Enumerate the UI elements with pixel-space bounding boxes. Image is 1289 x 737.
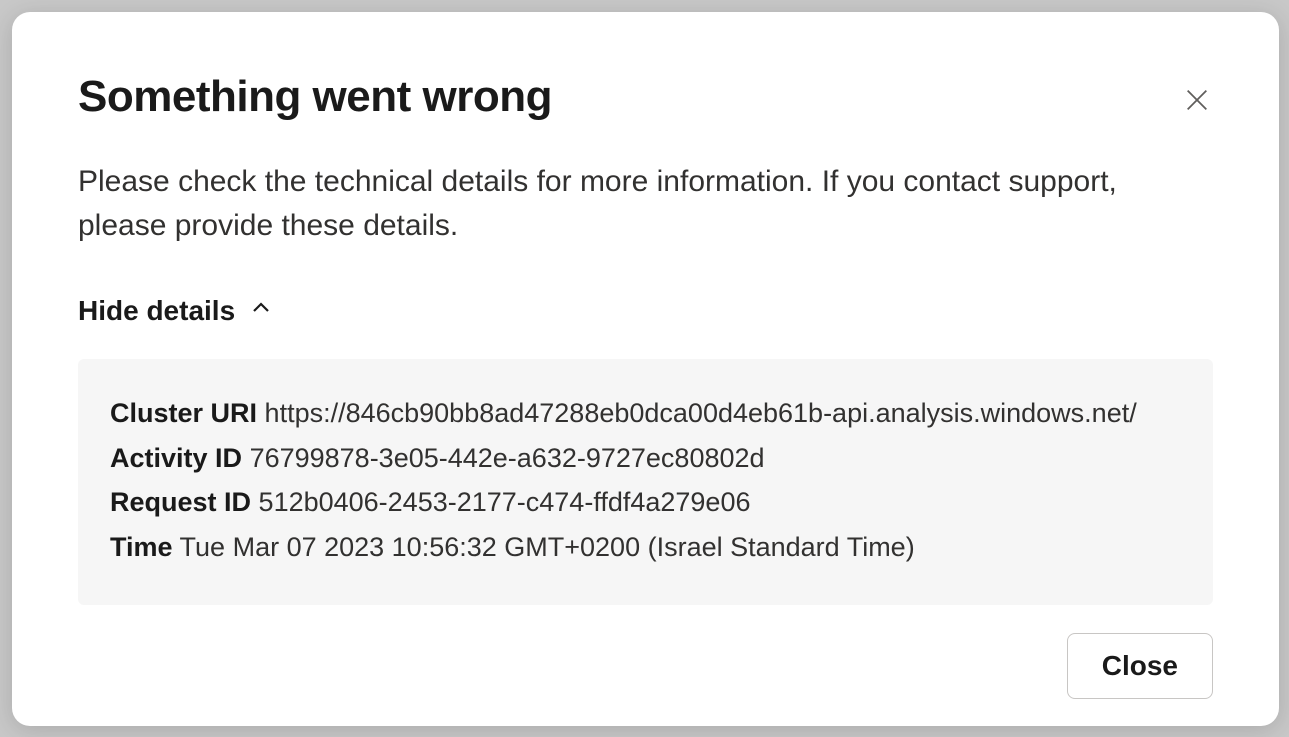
chevron-up-icon bbox=[249, 295, 273, 327]
modal-message: Please check the technical details for m… bbox=[78, 160, 1158, 247]
activity-id-label: Activity ID bbox=[110, 443, 242, 473]
toggle-details-button[interactable]: Hide details bbox=[78, 295, 1213, 327]
close-icon-button[interactable] bbox=[1175, 78, 1219, 122]
toggle-details-label: Hide details bbox=[78, 295, 235, 327]
request-id-label: Request ID bbox=[110, 487, 251, 517]
details-panel: Cluster URI https://846cb90bb8ad47288eb0… bbox=[78, 359, 1213, 605]
time-value: Tue Mar 07 2023 10:56:32 GMT+0200 (Israe… bbox=[180, 532, 915, 562]
close-icon bbox=[1183, 86, 1211, 114]
modal-footer: Close bbox=[78, 633, 1213, 699]
activity-id-value: 76799878-3e05-442e-a632-9727ec80802d bbox=[250, 443, 765, 473]
time-label: Time bbox=[110, 532, 173, 562]
modal-header: Something went wrong bbox=[78, 72, 1213, 122]
cluster-uri-label: Cluster URI bbox=[110, 398, 257, 428]
detail-cluster-uri: Cluster URI https://846cb90bb8ad47288eb0… bbox=[110, 391, 1181, 436]
detail-activity-id: Activity ID 76799878-3e05-442e-a632-9727… bbox=[110, 436, 1181, 481]
error-modal: Something went wrong Please check the te… bbox=[12, 12, 1279, 726]
modal-title: Something went wrong bbox=[78, 72, 552, 122]
request-id-value: 512b0406-2453-2177-c474-ffdf4a279e06 bbox=[259, 487, 751, 517]
detail-time: Time Tue Mar 07 2023 10:56:32 GMT+0200 (… bbox=[110, 525, 1181, 570]
cluster-uri-value: https://846cb90bb8ad47288eb0dca00d4eb61b… bbox=[265, 398, 1137, 428]
close-button[interactable]: Close bbox=[1067, 633, 1213, 699]
detail-request-id: Request ID 512b0406-2453-2177-c474-ffdf4… bbox=[110, 480, 1181, 525]
